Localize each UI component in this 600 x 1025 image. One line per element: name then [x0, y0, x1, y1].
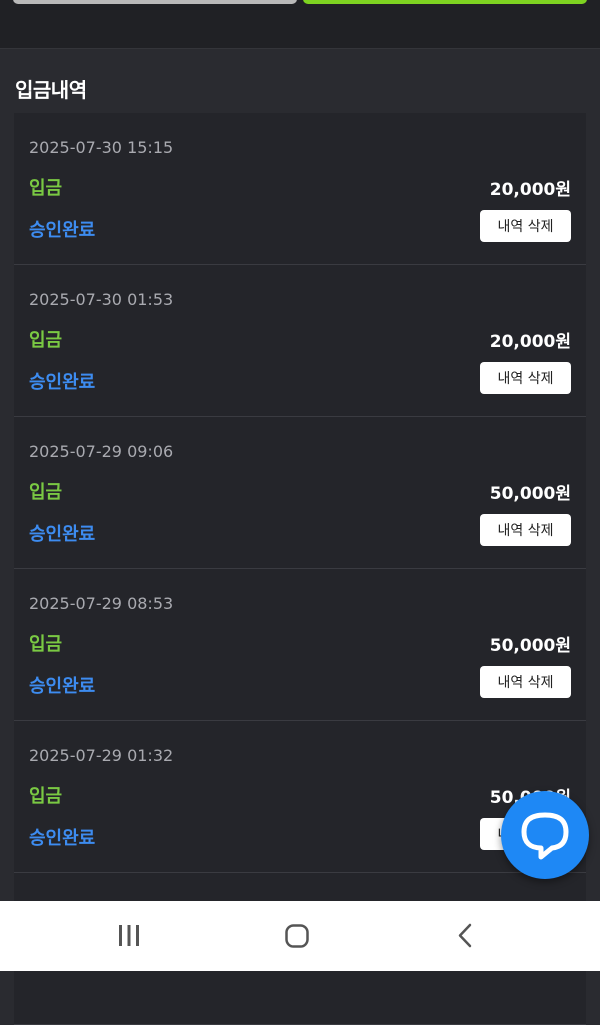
status-badge: 승인완료 — [29, 828, 96, 849]
status-badge: 승인완료 — [29, 524, 96, 545]
system-navigation-bar — [0, 901, 600, 971]
transaction-datetime: 2025-07-29 09:06 — [29, 442, 174, 461]
transaction-datetime: 2025-07-30 15:15 — [29, 138, 174, 157]
transaction-type: 입금 — [29, 330, 63, 351]
transaction-amount: 20,000원 — [489, 332, 571, 352]
status-badge: 승인완료 — [29, 220, 96, 241]
transaction-datetime: 2025-07-30 01:53 — [29, 290, 174, 309]
transaction-datetime: 2025-07-29 01:32 — [29, 746, 174, 765]
back-button[interactable] — [425, 901, 505, 971]
list-item: 2025-07-30 15:15 입금 20,000원 승인완료 내역 삭제 — [14, 113, 586, 265]
delete-history-button[interactable]: 내역 삭제 — [480, 666, 571, 698]
transaction-type: 입금 — [29, 634, 63, 655]
recent-apps-button[interactable] — [89, 901, 169, 971]
transaction-amount: 50,000원 — [489, 484, 571, 504]
home-button[interactable] — [257, 901, 337, 971]
deposit-history-list: 2025-07-30 15:15 입금 20,000원 승인완료 내역 삭제 2… — [14, 113, 586, 1025]
transaction-datetime: 2025-07-29 08:53 — [29, 594, 174, 613]
chat-button[interactable] — [501, 791, 589, 879]
transaction-amount: 20,000원 — [489, 180, 571, 200]
delete-history-button[interactable]: 내역 삭제 — [480, 362, 571, 394]
top-action-bar — [0, 0, 600, 49]
back-icon — [458, 923, 472, 948]
home-icon — [285, 924, 309, 948]
top-left-button[interactable] — [13, 0, 297, 4]
status-badge: 승인완료 — [29, 372, 96, 393]
top-right-button[interactable] — [303, 0, 587, 4]
transaction-amount: 50,000원 — [489, 636, 571, 656]
status-badge: 승인완료 — [29, 676, 96, 697]
transaction-type: 입금 — [29, 786, 63, 807]
chat-bubble-icon — [521, 812, 569, 860]
delete-history-button[interactable]: 내역 삭제 — [480, 210, 571, 242]
page-title: 입금내역 — [15, 78, 87, 102]
transaction-type: 입금 — [29, 178, 63, 199]
transaction-type: 입금 — [29, 482, 63, 503]
recent-apps-icon — [119, 925, 139, 946]
list-item: 2025-07-29 08:53 입금 50,000원 승인완료 내역 삭제 — [14, 569, 586, 721]
list-item: 2025-07-29 09:06 입금 50,000원 승인완료 내역 삭제 — [14, 417, 586, 569]
list-item: 2025-07-30 01:53 입금 20,000원 승인완료 내역 삭제 — [14, 265, 586, 417]
delete-history-button[interactable]: 내역 삭제 — [480, 514, 571, 546]
